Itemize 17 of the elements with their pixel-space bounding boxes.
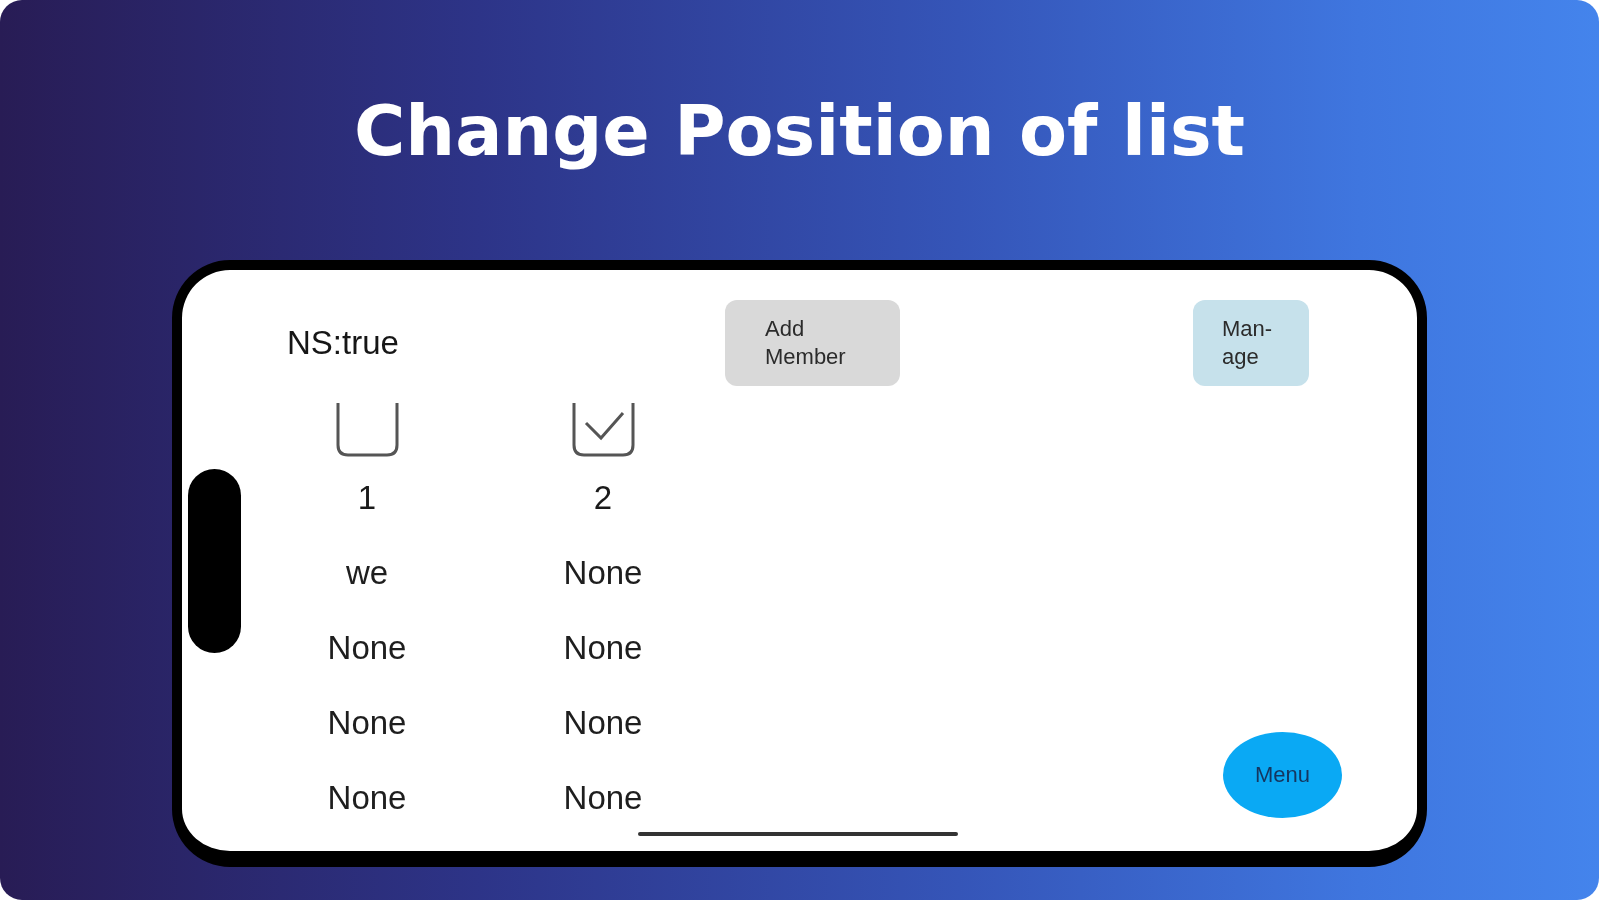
manage-button[interactable]: Man-age <box>1193 300 1309 386</box>
column-number: 2 <box>593 478 613 518</box>
list-entry: None <box>563 778 643 818</box>
list-entry: None <box>327 703 407 743</box>
column-number: 1 <box>357 478 377 518</box>
list-entry: None <box>563 703 643 743</box>
list-entry: None <box>563 628 643 668</box>
menu-button[interactable]: Menu <box>1223 732 1342 818</box>
list-entry: None <box>327 628 407 668</box>
add-member-button[interactable]: Add Member <box>725 300 900 386</box>
list-entry: None <box>327 778 407 818</box>
page-title: Change Position of list <box>353 91 1246 171</box>
list-entry: we <box>345 553 389 593</box>
checkbox[interactable] <box>335 403 399 457</box>
status-text: NS:true <box>287 323 399 363</box>
list-entry: None <box>563 553 643 593</box>
checkbox[interactable] <box>571 403 635 457</box>
